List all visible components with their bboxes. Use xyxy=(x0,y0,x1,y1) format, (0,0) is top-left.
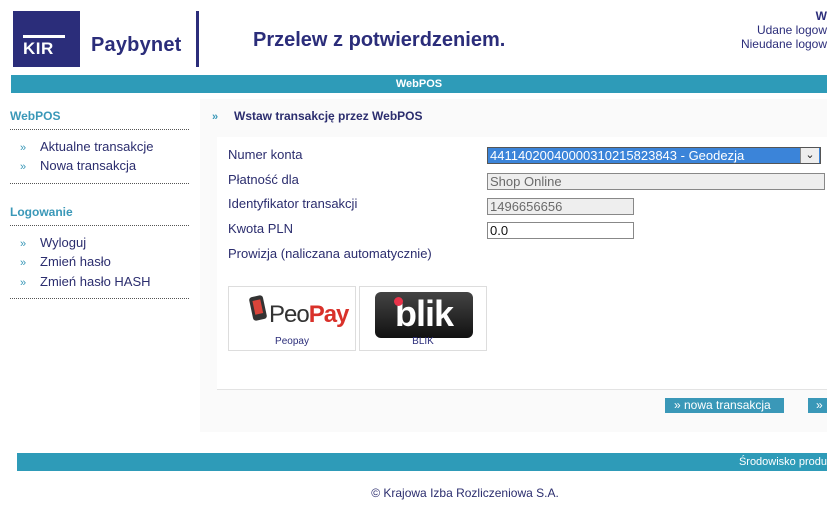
sidebar-item-label: Aktualne transakcje xyxy=(40,139,154,154)
sidebar-heading-webpos: WebPOS xyxy=(10,109,61,123)
amount-label: Kwota PLN xyxy=(228,221,294,236)
new-transaction-button[interactable]: » nowa transakcja xyxy=(665,398,784,413)
logo-bar xyxy=(23,35,65,38)
bullet-icon: » xyxy=(20,142,27,154)
welcome-text: W xyxy=(815,9,827,23)
sidebar-item-change-password[interactable]: » Zmień hasło xyxy=(20,254,111,269)
peopay-logo-part: Peo xyxy=(269,301,310,328)
bullet-icon: » xyxy=(20,277,27,289)
payment-method-caption: BLIK xyxy=(412,336,434,347)
payee-field: Shop Online xyxy=(487,173,825,190)
payment-method-peopay[interactable]: PeoPay Peopay xyxy=(228,286,356,351)
sidebar-item-label: Zmień hasło HASH xyxy=(40,274,151,289)
next-button[interactable]: » xyxy=(808,398,827,413)
divider xyxy=(10,298,189,299)
payment-method-caption: Peopay xyxy=(275,336,309,347)
section-title: » Wstaw transakcję przez WebPOS xyxy=(212,109,423,123)
payee-label: Płatność dla xyxy=(228,172,299,187)
chevron-down-icon[interactable]: ⌄ xyxy=(800,148,819,163)
sidebar-item-label: Nowa transakcja xyxy=(40,158,137,173)
fee-label: Prowizja (naliczana automatycznie) xyxy=(228,246,432,261)
blik-logo: blik xyxy=(375,292,473,338)
divider xyxy=(10,183,189,184)
kir-logo: KIR xyxy=(13,11,80,67)
divider xyxy=(10,225,189,226)
failed-logins: Nieudane logow xyxy=(740,37,827,51)
brand-divider xyxy=(196,11,199,67)
peopay-logo-part: Pay xyxy=(308,301,350,328)
transaction-id-field: 1496656656 xyxy=(487,198,634,215)
sidebar-item-new-transaction[interactable]: » Nowa transakcja xyxy=(20,158,136,173)
sidebar-item-change-password-hash[interactable]: » Zmień hasło HASH xyxy=(20,274,151,289)
account-value: 44114020040000310215823843 - Geodezja xyxy=(490,148,745,163)
environment-band: Środowisko produ xyxy=(17,453,827,471)
peopay-logo: PeoPay xyxy=(269,301,350,329)
page-title: Przelew z potwierdzeniem. xyxy=(253,29,506,51)
account-label: Numer konta xyxy=(228,147,303,162)
phone-icon xyxy=(248,294,268,322)
brand-name: Paybynet xyxy=(91,34,182,56)
user-info: W Udane logow Nieudane logow xyxy=(741,9,827,51)
transaction-id-label: Identyfikator transakcji xyxy=(228,196,358,211)
sidebar-item-label: Wyloguj xyxy=(40,235,87,250)
logo-text: KIR xyxy=(23,39,54,58)
successful-logins: Udane logow xyxy=(756,23,827,37)
copyright: © Krajowa Izba Rozliczeniowa S.A. xyxy=(371,486,559,500)
sidebar-item-current-transactions[interactable]: » Aktualne transakcje xyxy=(20,139,153,154)
bullet-icon: » xyxy=(20,238,27,250)
sidebar-item-label: Zmień hasło xyxy=(40,254,111,269)
sidebar-item-logout[interactable]: » Wyloguj xyxy=(20,235,86,250)
section-title-text: Wstaw transakcję przez WebPOS xyxy=(234,109,423,123)
bullet-icon: » xyxy=(20,257,27,269)
divider xyxy=(10,129,189,130)
account-select[interactable]: 44114020040000310215823843 - Geodezja ⌄ xyxy=(487,147,821,164)
amount-input[interactable]: 0.0 xyxy=(487,222,634,239)
bullet-icon: » xyxy=(20,161,27,173)
bullet-icon: » xyxy=(212,111,219,123)
section-band: WebPOS xyxy=(11,75,827,93)
sidebar-heading-logging: Logowanie xyxy=(10,205,73,219)
payment-method-blik[interactable]: blik BLIK xyxy=(359,286,487,351)
blik-dot-icon xyxy=(394,297,403,306)
